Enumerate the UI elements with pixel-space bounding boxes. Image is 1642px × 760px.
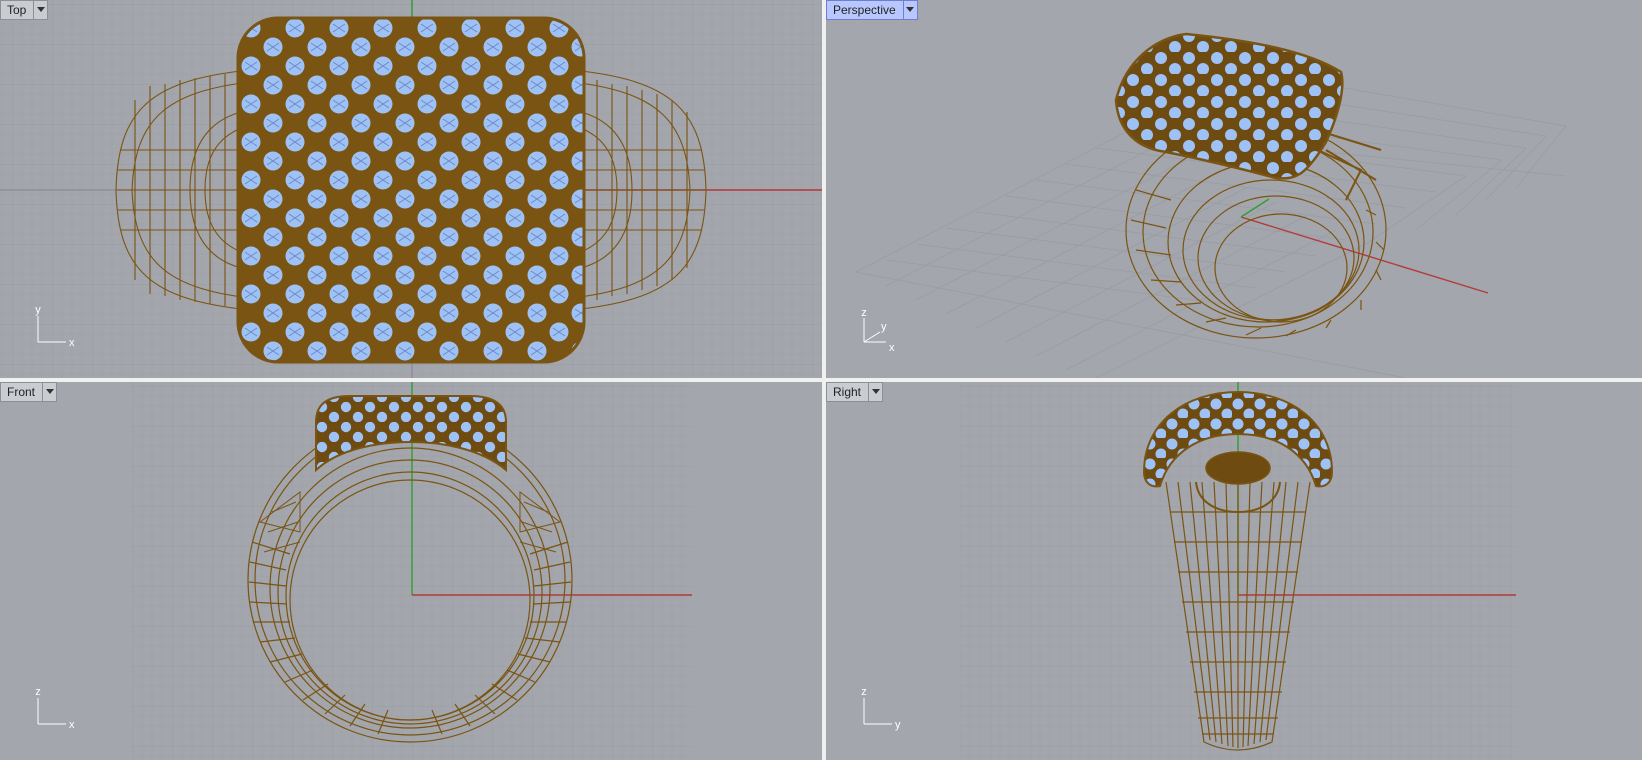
svg-text:x: x <box>69 719 75 731</box>
chevron-down-icon[interactable] <box>902 1 917 19</box>
viewport-front[interactable]: x z Front <box>0 382 822 760</box>
svg-text:z: z <box>35 686 41 698</box>
viewport-layout: x y Top x y z Perspective x z Front y z … <box>0 0 1642 760</box>
viewport-top[interactable]: x y Top <box>0 0 822 378</box>
chevron-down-icon[interactable] <box>42 383 56 401</box>
perspective-view-canvas[interactable]: x y z <box>826 0 1642 378</box>
svg-text:y: y <box>895 719 901 731</box>
viewport-tab-top[interactable]: Top <box>0 0 49 20</box>
svg-text:z: z <box>861 686 867 698</box>
viewport-right[interactable]: y z Right <box>826 382 1642 760</box>
top-view-canvas[interactable]: x y <box>0 0 822 378</box>
chevron-down-icon[interactable] <box>33 1 47 19</box>
viewport-tab-label: Front <box>7 385 36 399</box>
viewport-tab-perspective[interactable]: Perspective <box>826 0 918 20</box>
viewport-tab-label: Top <box>7 3 27 17</box>
viewport-tab-front[interactable]: Front <box>0 382 58 402</box>
svg-text:x: x <box>889 342 895 354</box>
front-view-canvas[interactable]: x z <box>0 382 822 760</box>
gem-pave-top <box>238 18 584 362</box>
viewport-perspective[interactable]: x y z Perspective <box>826 0 1642 378</box>
svg-text:z: z <box>861 307 867 319</box>
chevron-down-icon[interactable] <box>868 383 882 401</box>
right-view-canvas[interactable]: y z <box>826 382 1642 760</box>
viewport-tab-label: Perspective <box>833 3 896 17</box>
svg-text:y: y <box>881 321 887 333</box>
svg-text:x: x <box>69 337 75 349</box>
viewport-tab-label: Right <box>833 385 862 399</box>
viewport-tab-right[interactable]: Right <box>826 382 884 402</box>
svg-text:y: y <box>35 304 41 316</box>
